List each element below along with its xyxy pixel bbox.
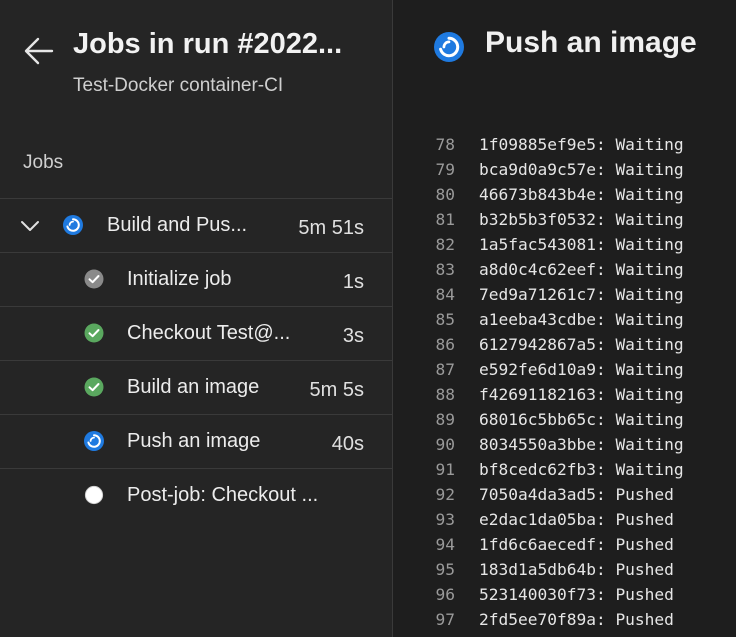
log-line-number: 97 <box>435 610 456 629</box>
job-name: Checkout Test@... <box>127 322 291 344</box>
job-name: Initialize job <box>127 268 232 290</box>
running-status-icon <box>84 431 104 451</box>
log-line: 78 1f09885ef9e5: Waiting <box>393 132 736 157</box>
job-list: Build and Pus... 5m 51s Initialize job 1s Ch… <box>0 198 392 522</box>
job-duration: 40s <box>331 433 364 455</box>
log-line: 91 bf8cedc62fb3: Waiting <box>393 457 736 482</box>
log-line: 82 1a5fac543081: Waiting <box>393 232 736 257</box>
log-line: 94 1fd6c6aecedf: Pushed <box>393 532 736 557</box>
log-line-number: 92 <box>435 485 456 504</box>
log-line-text: 523140030f73: Pushed <box>479 585 674 604</box>
job-step-row[interactable]: Push an image 40s <box>0 414 392 468</box>
log-line-number: 79 <box>435 160 456 179</box>
jobs-sidebar: Jobs in run #2022... Test-Docker contain… <box>0 0 393 637</box>
jobs-section-label: Jobs <box>23 152 64 173</box>
log-line-text: a1eeba43cdbe: Waiting <box>479 310 684 329</box>
log-line-text: 7050a4da3ad5: Pushed <box>479 485 674 504</box>
job-name: Post-job: Checkout ... <box>127 484 319 506</box>
log-line-number: 87 <box>435 360 456 379</box>
job-stage-row[interactable]: Build and Pus... 5m 51s <box>0 198 392 252</box>
log-line-number: 80 <box>435 185 456 204</box>
log-line: 89 68016c5bb65c: Waiting <box>393 407 736 432</box>
running-status-icon <box>63 215 83 235</box>
log-line-text: 1a5fac543081: Waiting <box>479 235 684 254</box>
log-line-number: 88 <box>435 385 456 404</box>
log-line-number: 86 <box>435 335 456 354</box>
log-line: 84 7ed9a71261c7: Waiting <box>393 282 736 307</box>
log-line-text: 8034550a3bbe: Waiting <box>479 435 684 454</box>
job-duration: 5m 5s <box>309 379 364 401</box>
log-line-number: 78 <box>435 135 456 154</box>
page-title: Jobs in run #2022... <box>73 28 343 60</box>
job-name: Push an image <box>127 430 261 452</box>
log-line: 92 7050a4da3ad5: Pushed <box>393 482 736 507</box>
job-step-row[interactable]: Post-job: Checkout ... <box>0 468 392 522</box>
job-step-row[interactable]: Build an image 5m 5s <box>0 360 392 414</box>
log-line: 83 a8d0c4c62eef: Waiting <box>393 257 736 282</box>
log-line-text: 68016c5bb65c: Waiting <box>479 410 684 429</box>
job-name: Build and Pus... <box>107 214 248 236</box>
log-line-number: 81 <box>435 210 456 229</box>
log-line-text: 183d1a5db64b: Pushed <box>479 560 674 579</box>
job-duration: 1s <box>342 271 364 293</box>
log-line-text: 2fd5ee70f89a: Pushed <box>479 610 674 629</box>
log-line-text: b32b5b3f0532: Waiting <box>479 210 684 229</box>
job-duration: 5m 51s <box>298 217 364 239</box>
log-line: 80 46673b843b4e: Waiting <box>393 182 736 207</box>
log-line: 85 a1eeba43cdbe: Waiting <box>393 307 736 332</box>
empty-circle-icon <box>84 485 104 505</box>
log-line-number: 82 <box>435 235 456 254</box>
log-line-number: 89 <box>435 410 456 429</box>
sidebar-header: Jobs in run #2022... Test-Docker contain… <box>0 0 392 120</box>
job-detail-panel: Push an image 78 1f09885ef9e5: Waiting 79 b… <box>393 0 736 637</box>
log-line: 90 8034550a3bbe: Waiting <box>393 432 736 457</box>
log-line-number: 83 <box>435 260 456 279</box>
log-line-number: 84 <box>435 285 456 304</box>
log-line: 96 523140030f73: Pushed <box>393 582 736 607</box>
log-line-text: 1f09885ef9e5: Waiting <box>479 135 684 154</box>
job-step-row[interactable]: Checkout Test@... 3s <box>0 306 392 360</box>
job-step-row[interactable]: Initialize job 1s <box>0 252 392 306</box>
log-line-text: 7ed9a71261c7: Waiting <box>479 285 684 304</box>
back-button[interactable] <box>22 34 56 68</box>
log-line-text: 6127942867a5: Waiting <box>479 335 684 354</box>
job-duration: 3s <box>342 325 364 347</box>
log-line: 95 183d1a5db64b: Pushed <box>393 557 736 582</box>
log-line-text: bca9d0a9c57e: Waiting <box>479 160 684 179</box>
log-line-number: 95 <box>435 560 456 579</box>
log-line: 86 6127942867a5: Waiting <box>393 332 736 357</box>
arrow-left-icon <box>24 37 54 65</box>
pipeline-run-app: Jobs in run #2022... Test-Docker contain… <box>0 0 736 637</box>
check-circle-icon <box>84 377 104 397</box>
log-line-number: 93 <box>435 510 456 529</box>
log-line-text: a8d0c4c62eef: Waiting <box>479 260 684 279</box>
job-name: Build an image <box>127 376 260 398</box>
log-line-text: 1fd6c6aecedf: Pushed <box>479 535 674 554</box>
log-line: 93 e2dac1da05ba: Pushed <box>393 507 736 532</box>
log-line-number: 94 <box>435 535 456 554</box>
detail-title: Push an image <box>485 26 697 59</box>
check-circle-icon <box>84 323 104 343</box>
check-circle-icon <box>84 269 104 289</box>
pipeline-name: Test-Docker container-CI <box>73 75 284 96</box>
log-line-number: 91 <box>435 460 456 479</box>
log-line-number: 96 <box>435 585 456 604</box>
running-status-icon <box>434 32 464 62</box>
log-line-text: e2dac1da05ba: Pushed <box>479 510 674 529</box>
log-line: 81 b32b5b3f0532: Waiting <box>393 207 736 232</box>
log-line-text: e592fe6d10a9: Waiting <box>479 360 684 379</box>
log-output[interactable]: 78 1f09885ef9e5: Waiting 79 bca9d0a9c57e: W… <box>393 132 736 632</box>
log-line: 79 bca9d0a9c57e: Waiting <box>393 157 736 182</box>
log-line-number: 85 <box>435 310 456 329</box>
log-line: 88 f42691182163: Waiting <box>393 382 736 407</box>
log-line-text: bf8cedc62fb3: Waiting <box>479 460 684 479</box>
log-line: 97 2fd5ee70f89a: Pushed <box>393 607 736 632</box>
chevron-down-icon[interactable] <box>20 216 40 236</box>
log-line-text: f42691182163: Waiting <box>479 385 684 404</box>
log-line: 87 e592fe6d10a9: Waiting <box>393 357 736 382</box>
log-line-text: 46673b843b4e: Waiting <box>479 185 684 204</box>
log-line-number: 90 <box>435 435 456 454</box>
